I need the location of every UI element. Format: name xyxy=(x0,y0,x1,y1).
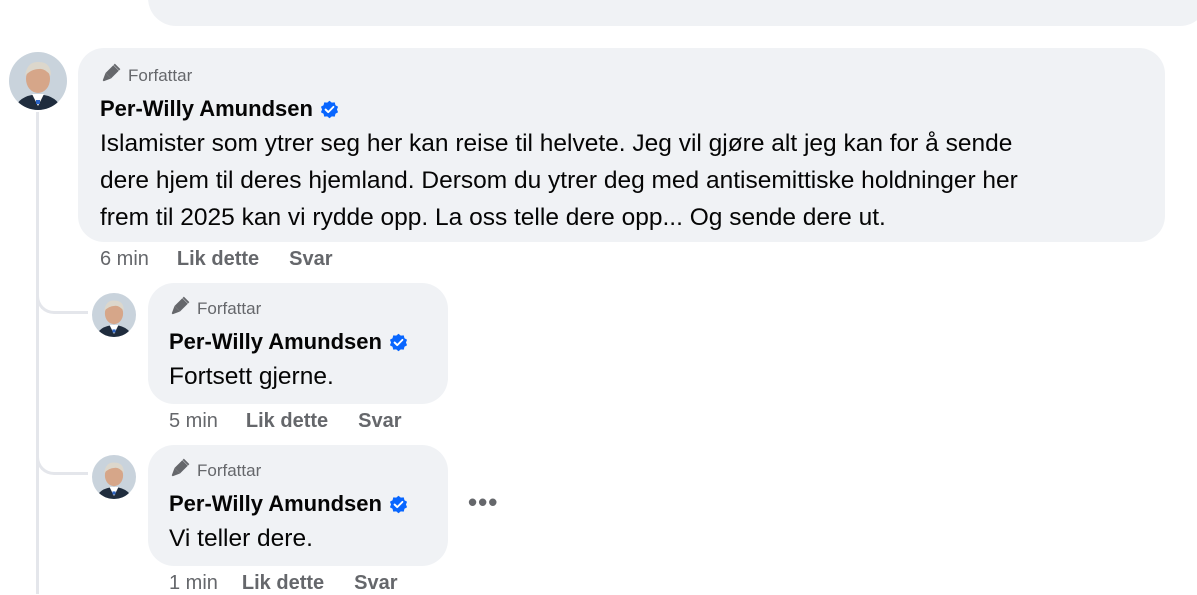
like-button[interactable]: Lik dette xyxy=(242,571,324,595)
reply-connector xyxy=(36,447,88,475)
reply-button[interactable]: Svar xyxy=(358,409,401,433)
author-label: Forfattar xyxy=(128,65,193,85)
avatar[interactable] xyxy=(92,293,136,337)
comment-text: Islamister som ytrer seg her kan reise t… xyxy=(100,125,1143,236)
like-button[interactable]: Lik dette xyxy=(177,247,259,271)
avatar[interactable] xyxy=(92,455,136,499)
comment-time[interactable]: 1 min xyxy=(169,571,218,595)
commenter-name[interactable]: Per-Willy Amundsen xyxy=(100,95,313,123)
thread-line xyxy=(36,112,39,594)
avatar-photo xyxy=(9,52,67,110)
avatar[interactable] xyxy=(9,52,67,110)
comment-time[interactable]: 6 min xyxy=(100,247,149,271)
comment-text: Vi teller dere. xyxy=(169,525,313,552)
comment-actions: 5 min Lik dette Svar xyxy=(169,409,402,433)
reply-button[interactable]: Svar xyxy=(354,571,397,595)
avatar-photo xyxy=(92,293,136,337)
comment-actions: 6 min Lik dette Svar xyxy=(100,247,333,271)
pen-icon xyxy=(100,62,122,89)
comment-text: Fortsett gjerne. xyxy=(169,363,334,390)
pen-icon xyxy=(169,457,191,484)
more-options-icon[interactable]: ••• xyxy=(468,489,498,515)
author-label: Forfattar xyxy=(197,460,262,480)
comment-text-line: dere hjem til deres hjemland. Dersom du … xyxy=(100,167,1018,194)
comment-bubble: Forfattar Per-Willy Amundsen Islamister … xyxy=(78,48,1165,242)
comment-bubble: Forfattar Per-Willy Amundsen Fortsett gj… xyxy=(148,283,448,404)
previous-comment-bubble xyxy=(148,0,1197,26)
comment-time[interactable]: 5 min xyxy=(169,409,218,433)
pen-icon xyxy=(169,295,191,322)
avatar-photo xyxy=(92,455,136,499)
verified-badge-icon xyxy=(388,332,409,353)
comment-text-line: Islamister som ytrer seg her kan reise t… xyxy=(100,130,1013,157)
commenter-name[interactable]: Per-Willy Amundsen xyxy=(169,328,382,356)
reply-connector xyxy=(36,286,88,314)
author-label: Forfattar xyxy=(197,298,262,318)
comment-text-line: frem til 2025 kan vi rydde opp. La oss t… xyxy=(100,204,886,231)
commenter-name[interactable]: Per-Willy Amundsen xyxy=(169,490,382,518)
like-button[interactable]: Lik dette xyxy=(246,409,328,433)
verified-badge-icon xyxy=(388,494,409,515)
author-badge: Forfattar xyxy=(100,62,1143,89)
author-badge: Forfattar xyxy=(169,457,427,484)
author-badge: Forfattar xyxy=(169,295,427,322)
comment-actions: 1 min Lik dette Svar xyxy=(169,571,398,595)
reply-button[interactable]: Svar xyxy=(289,247,332,271)
verified-badge-icon xyxy=(319,99,340,120)
comment-bubble: Forfattar Per-Willy Amundsen Vi teller d… xyxy=(148,445,448,566)
